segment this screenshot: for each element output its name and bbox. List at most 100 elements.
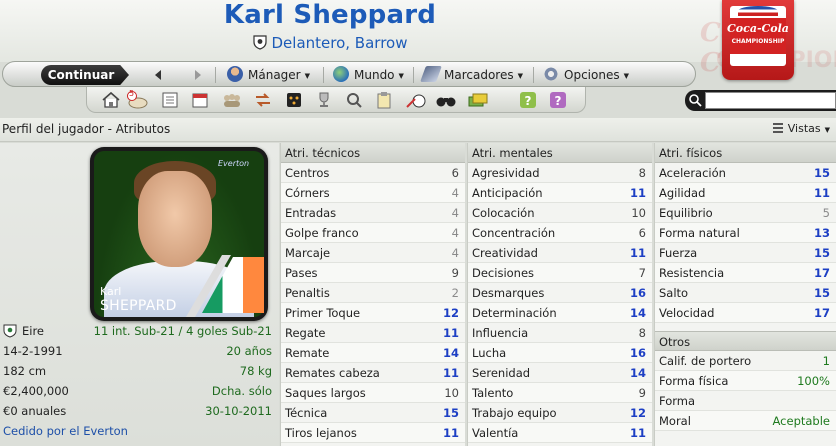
binoculars-icon[interactable]	[435, 91, 456, 109]
page-title-bar: Perfil del jugador - Atributos Vistas ▼	[0, 118, 836, 142]
attribute-row[interactable]: Penaltis 2	[281, 283, 465, 303]
manager-icon	[227, 66, 243, 82]
attribute-row[interactable]: Influencia 8	[468, 323, 652, 343]
attribute-row[interactable]: Forma	[655, 391, 836, 411]
attribute-row[interactable]: Colocación 10	[468, 203, 652, 223]
attribute-row[interactable]: Aceleración 15	[655, 163, 836, 183]
technical-list: Centros 6 Córners 4 Entradas 4 Golpe franco 4 Ma…	[281, 163, 465, 443]
attribute-row[interactable]: Córners 4	[281, 183, 465, 203]
attribute-row[interactable]: Desmarques 16	[468, 283, 652, 303]
scouting-icon[interactable]	[345, 91, 363, 109]
attribute-row[interactable]: Trabajo equipo 12	[468, 403, 652, 423]
attribute-row[interactable]: Creatividad 11	[468, 243, 652, 263]
attribute-row[interactable]: Agilidad 11	[655, 183, 836, 203]
inbox-count-badge: 5	[129, 89, 135, 98]
photo-face	[138, 171, 212, 267]
attribute-row[interactable]: Golpe franco 4	[281, 223, 465, 243]
attribute-name: Resistencia	[659, 266, 725, 280]
international-caps: 11 int. Sub-21 / 4 goles Sub-21	[93, 324, 272, 338]
back-arrow-icon[interactable]	[149, 66, 167, 84]
attribute-row[interactable]: Calif. de portero 1	[655, 351, 836, 371]
attribute-row[interactable]: Primer Toque 12	[281, 303, 465, 323]
views-menu[interactable]: Vistas ▼	[772, 122, 830, 135]
continue-button[interactable]: Continuar	[41, 65, 129, 85]
competition-badge[interactable]: Coca-Cola CHAMPIONSHIP	[722, 0, 794, 80]
main-nav-bar: Continuar Mánager ▼ Mundo ▼ Marcadores ▼ Op…	[2, 61, 696, 87]
attribute-name: Decisiones	[472, 266, 535, 280]
views-icon	[772, 123, 783, 133]
attribute-row[interactable]: Agresividad 8	[468, 163, 652, 183]
svg-text:?: ?	[525, 94, 532, 108]
calendar-icon[interactable]	[191, 91, 209, 109]
trophy-icon[interactable]	[315, 91, 333, 109]
attribute-row[interactable]: Serenidad 14	[468, 363, 652, 383]
help-icon[interactable]: ?	[519, 91, 537, 109]
attribute-row[interactable]: Centros 6	[281, 163, 465, 183]
tactics-icon[interactable]	[285, 91, 303, 109]
attribute-value: Aceptable	[772, 414, 831, 428]
attribute-row[interactable]: Remate 14	[281, 343, 465, 363]
search-input[interactable]	[705, 92, 836, 109]
player-position-club[interactable]: Delantero, Barrow	[0, 34, 660, 52]
attribute-name: Colocación	[472, 206, 535, 220]
attribute-row[interactable]: Forma natural 13	[655, 223, 836, 243]
attribute-name: Técnica	[285, 406, 328, 420]
home-icon[interactable]	[101, 91, 120, 109]
attribute-row[interactable]: Técnica 15	[281, 403, 465, 423]
transfers-icon[interactable]	[253, 91, 271, 109]
inbox-icon[interactable]: 5	[127, 89, 148, 109]
attribute-row[interactable]: Moral Aceptable	[655, 411, 836, 431]
attribute-row[interactable]: Fuerza 15	[655, 243, 836, 263]
others-header: Otros	[655, 331, 836, 351]
views-label: Vistas	[787, 122, 821, 135]
date-of-birth: 14-2-1991	[3, 344, 63, 358]
chevron-down-icon: ▼	[824, 126, 830, 134]
player-info-panel: Everton Karl SHEPPARD Eire 11 int. Sub-2…	[0, 143, 279, 446]
squad-icon[interactable]	[221, 91, 240, 109]
world-menu[interactable]: Mundo ▼	[333, 66, 404, 84]
options-menu[interactable]: Opciones ▼	[543, 66, 629, 84]
player-weight: 78 kg	[239, 364, 272, 378]
attribute-name: Forma	[659, 394, 696, 408]
attribute-name: Centros	[285, 166, 330, 180]
training-icon[interactable]	[405, 91, 426, 109]
attribute-row[interactable]: Valentía 11	[468, 423, 652, 443]
attribute-row[interactable]: Salto 15	[655, 283, 836, 303]
clipboard-icon[interactable]	[375, 91, 393, 109]
loan-link[interactable]: Cedido por el Everton	[3, 421, 128, 441]
game-help-icon[interactable]: ?	[549, 91, 567, 109]
attribute-row[interactable]: Talento 9	[468, 383, 652, 403]
attribute-row[interactable]: Resistencia 17	[655, 263, 836, 283]
attribute-value: 10	[444, 386, 459, 400]
attribute-row[interactable]: Saques largos 10	[281, 383, 465, 403]
attribute-row[interactable]: Remates cabeza 11	[281, 363, 465, 383]
finances-icon[interactable]	[467, 91, 488, 109]
attribute-row[interactable]: Decisiones 7	[468, 263, 652, 283]
attribute-row[interactable]: Forma física 100%	[655, 371, 836, 391]
attribute-name: Tiros lejanos	[285, 426, 357, 440]
search-icon[interactable]	[688, 93, 703, 108]
badge-stripes	[738, 6, 778, 16]
player-value: €2,400,000	[3, 384, 69, 398]
attribute-row[interactable]: Marcaje 4	[281, 243, 465, 263]
bookmarks-icon	[420, 66, 442, 82]
attribute-row[interactable]: Pases 9	[281, 263, 465, 283]
attribute-row[interactable]: Equilibrio 5	[655, 203, 836, 223]
attribute-row[interactable]: Entradas 4	[281, 203, 465, 223]
attribute-row[interactable]: Lucha 16	[468, 343, 652, 363]
attribute-row[interactable]: Concentración 6	[468, 223, 652, 243]
attribute-row[interactable]: Anticipación 11	[468, 183, 652, 203]
player-position-club-text: Delantero, Barrow	[271, 34, 408, 52]
nation-label[interactable]: Eire	[3, 321, 44, 341]
attribute-row[interactable]: Velocidad 17	[655, 303, 836, 323]
attribute-value: 14	[629, 366, 646, 380]
forward-arrow-icon[interactable]	[189, 66, 207, 84]
manager-menu[interactable]: Mánager ▼	[227, 66, 310, 84]
attribute-value: 16	[629, 286, 646, 300]
attribute-row[interactable]: Tiros lejanos 11	[281, 423, 465, 443]
bookmarks-menu[interactable]: Marcadores ▼	[420, 66, 523, 84]
attribute-row[interactable]: Regate 11	[281, 323, 465, 343]
attribute-name: Golpe franco	[285, 226, 359, 240]
attribute-row[interactable]: Determinación 14	[468, 303, 652, 323]
news-icon[interactable]	[161, 91, 179, 109]
